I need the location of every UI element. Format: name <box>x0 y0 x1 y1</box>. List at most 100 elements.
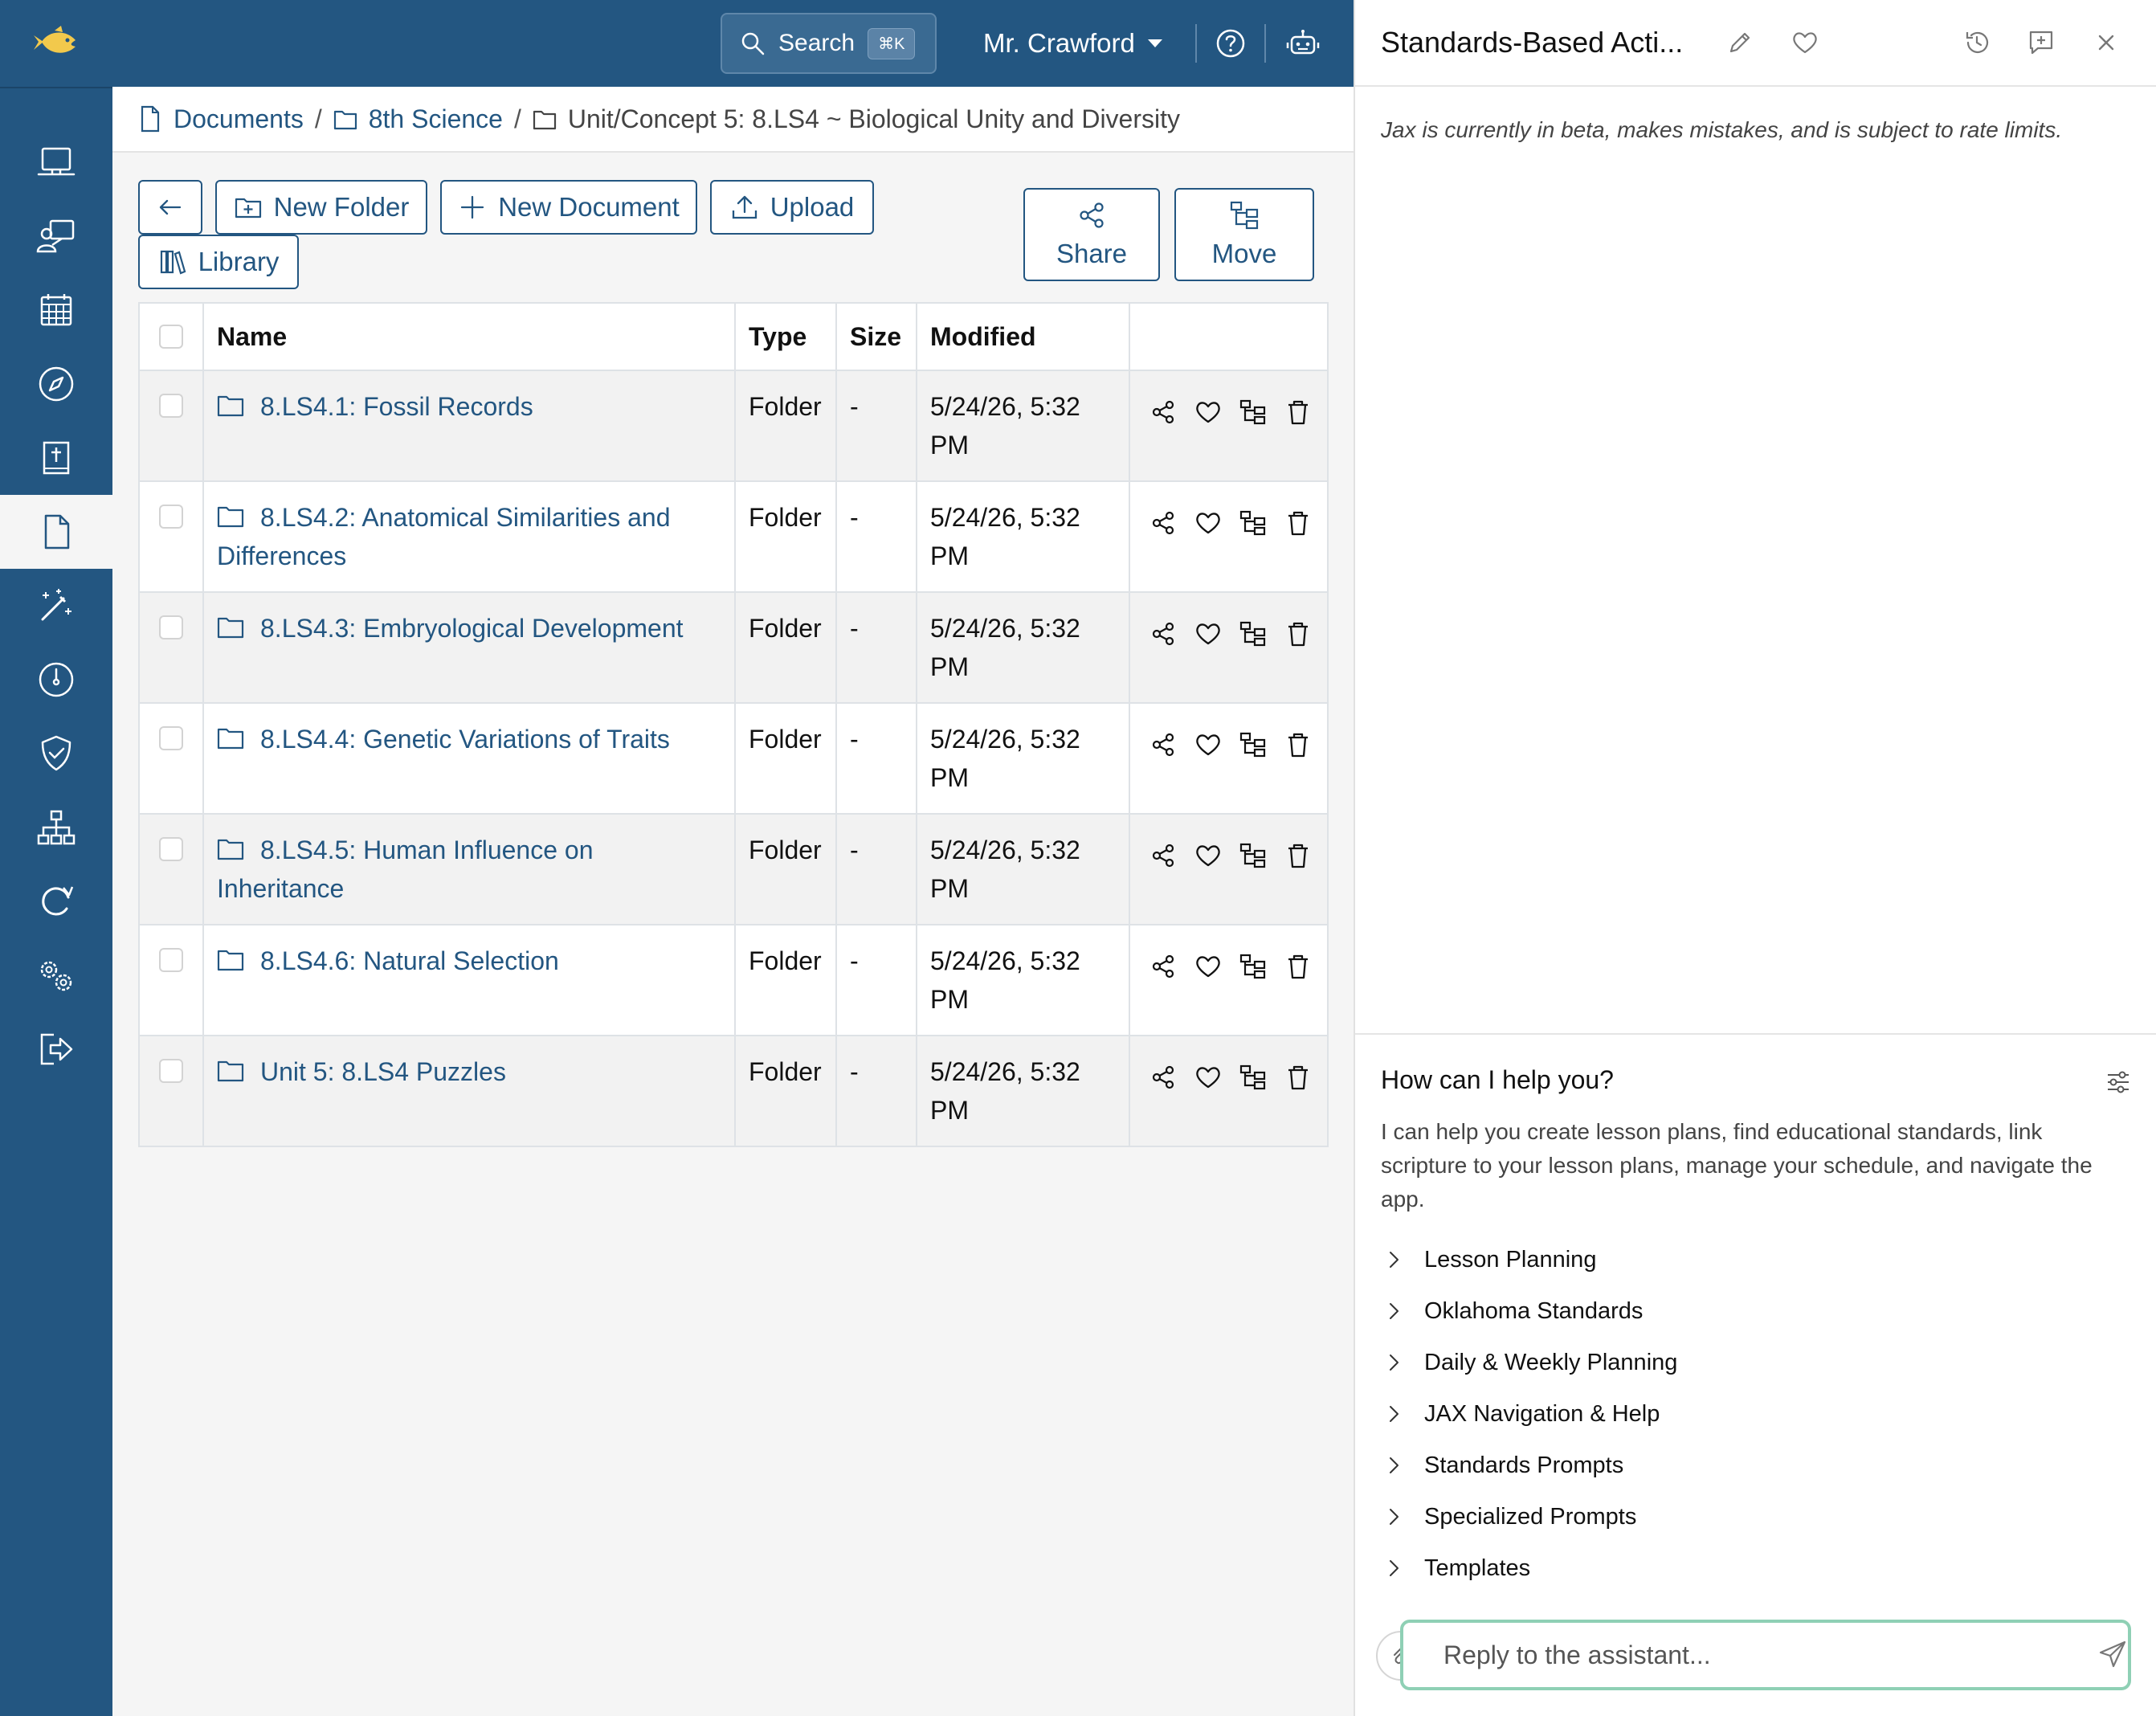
sidebar-item-logout[interactable] <box>0 1012 112 1086</box>
share-icon[interactable] <box>1149 620 1177 648</box>
sliders-icon[interactable] <box>2105 1068 2132 1096</box>
sidebar-item-dashboard[interactable] <box>0 125 112 199</box>
user-menu-dropdown[interactable]: Mr. Crawford <box>983 24 1162 63</box>
sidebar-item-performance[interactable] <box>0 643 112 717</box>
folder-link[interactable]: 8.LS4.4: Genetic Variations of Traits <box>217 725 670 754</box>
folder-link[interactable]: Unit 5: 8.LS4 Puzzles <box>217 1057 506 1086</box>
folder-link[interactable]: 8.LS4.2: Anatomical Similarities and Dif… <box>217 503 670 570</box>
column-header-name[interactable]: Name <box>202 302 736 371</box>
heart-icon[interactable] <box>1194 1064 1222 1091</box>
table-row[interactable]: 8.LS4.4: Genetic Variations of Traits Fo… <box>138 702 1329 815</box>
row-checkbox[interactable] <box>159 1059 183 1083</box>
column-header-modified[interactable]: Modified <box>916 302 1130 371</box>
heart-icon[interactable] <box>1791 29 1819 56</box>
sidebar-item-organization[interactable] <box>0 791 112 864</box>
history-icon[interactable] <box>1963 29 1991 56</box>
prompt-category[interactable]: Specialized Prompts <box>1384 1499 1636 1534</box>
folder-link[interactable]: 8.LS4.3: Embryological Development <box>217 614 684 643</box>
sidebar-item-explore[interactable] <box>0 347 112 421</box>
trash-icon[interactable] <box>1284 1064 1312 1091</box>
new-document-button[interactable]: New Document <box>440 180 697 235</box>
move-label: Move <box>1211 239 1277 268</box>
row-checkbox[interactable] <box>159 394 183 418</box>
trash-icon[interactable] <box>1284 842 1312 869</box>
sidebar-item-security[interactable] <box>0 717 112 791</box>
trash-icon[interactable] <box>1284 953 1312 980</box>
share-button[interactable]: Share <box>1023 188 1160 281</box>
share-icon[interactable] <box>1149 953 1177 980</box>
column-header-size[interactable]: Size <box>835 302 917 371</box>
trash-icon[interactable] <box>1284 398 1312 426</box>
breadcrumb-label: 8th Science <box>368 104 503 133</box>
move-icon[interactable] <box>1239 1064 1267 1091</box>
sidebar-item-ai-tools[interactable] <box>0 569 112 643</box>
robot-icon[interactable] <box>1285 26 1321 61</box>
sidebar-item-bible[interactable] <box>0 421 112 495</box>
prompt-category[interactable]: Lesson Planning <box>1384 1242 1596 1277</box>
trash-icon[interactable] <box>1284 620 1312 648</box>
back-button[interactable] <box>138 180 202 235</box>
sidebar-item-documents[interactable] <box>0 495 112 569</box>
row-checkbox[interactable] <box>159 615 183 639</box>
table-row[interactable]: 8.LS4.1: Fossil Records Folder - 5/24/26… <box>138 370 1329 482</box>
folder-link[interactable]: 8.LS4.6: Natural Selection <box>217 946 559 975</box>
reply-input[interactable]: Reply to the assistant... <box>1400 1620 2131 1690</box>
sidebar-item-settings[interactable] <box>0 938 112 1012</box>
new-folder-button[interactable]: New Folder <box>215 180 427 235</box>
close-icon[interactable] <box>2093 29 2120 56</box>
move-icon[interactable] <box>1239 842 1267 869</box>
table-row[interactable]: 8.LS4.3: Embryological Development Folde… <box>138 591 1329 704</box>
share-icon[interactable] <box>1149 731 1177 758</box>
column-header-type[interactable]: Type <box>734 302 837 371</box>
trash-icon[interactable] <box>1284 509 1312 537</box>
move-icon[interactable] <box>1239 398 1267 426</box>
share-icon[interactable] <box>1149 509 1177 537</box>
move-button[interactable]: Move <box>1174 188 1314 281</box>
share-icon[interactable] <box>1149 842 1177 869</box>
prompt-category[interactable]: Daily & Weekly Planning <box>1384 1345 1677 1380</box>
folder-link[interactable]: 8.LS4.5: Human Influence on Inheritance <box>217 836 594 903</box>
heart-icon[interactable] <box>1194 842 1222 869</box>
help-icon[interactable] <box>1213 26 1248 61</box>
heart-icon[interactable] <box>1194 953 1222 980</box>
breadcrumb-8th-science[interactable]: 8th Science <box>333 104 503 134</box>
select-all-checkbox[interactable] <box>159 325 183 349</box>
sidebar-item-classes[interactable] <box>0 199 112 273</box>
heart-icon[interactable] <box>1194 620 1222 648</box>
table-row[interactable]: Unit 5: 8.LS4 Puzzles Folder - 5/24/26, … <box>138 1035 1329 1147</box>
prompt-category[interactable]: Standards Prompts <box>1384 1448 1623 1483</box>
breadcrumb-documents[interactable]: Documents <box>138 104 304 134</box>
help-description: I can help you create lesson plans, find… <box>1381 1119 2093 1211</box>
move-icon[interactable] <box>1239 731 1267 758</box>
trash-icon[interactable] <box>1284 731 1312 758</box>
pencil-icon[interactable] <box>1726 29 1754 56</box>
row-checkbox[interactable] <box>159 726 183 750</box>
table-row[interactable]: 8.LS4.2: Anatomical Similarities and Dif… <box>138 480 1329 593</box>
prompt-category[interactable]: Templates <box>1384 1551 1530 1586</box>
prompt-category[interactable]: JAX Navigation & Help <box>1384 1396 1660 1432</box>
sidebar-item-calendar[interactable] <box>0 273 112 347</box>
new-chat-icon[interactable] <box>2027 29 2055 56</box>
row-checkbox[interactable] <box>159 505 183 529</box>
row-checkbox[interactable] <box>159 837 183 861</box>
move-icon[interactable] <box>1239 620 1267 648</box>
search-button[interactable]: Search ⌘K <box>721 13 937 74</box>
sidebar-item-sync[interactable] <box>0 864 112 938</box>
share-icon[interactable] <box>1149 398 1177 426</box>
table-row[interactable]: 8.LS4.5: Human Influence on Inheritance … <box>138 813 1329 925</box>
folder-link[interactable]: 8.LS4.1: Fossil Records <box>217 392 533 421</box>
name-cell: 8.LS4.5: Human Influence on Inheritance <box>202 813 736 925</box>
library-button[interactable]: Library <box>138 235 299 289</box>
table-row[interactable]: 8.LS4.6: Natural Selection Folder - 5/24… <box>138 924 1329 1036</box>
send-icon[interactable] <box>2097 1639 2128 1669</box>
heart-icon[interactable] <box>1194 731 1222 758</box>
move-icon[interactable] <box>1239 953 1267 980</box>
upload-button[interactable]: Upload <box>710 180 874 235</box>
move-icon[interactable] <box>1239 509 1267 537</box>
heart-icon[interactable] <box>1194 398 1222 426</box>
prompt-category[interactable]: Oklahoma Standards <box>1384 1293 1643 1329</box>
heart-icon[interactable] <box>1194 509 1222 537</box>
fish-logo-icon[interactable] <box>31 24 79 63</box>
share-icon[interactable] <box>1149 1064 1177 1091</box>
row-checkbox[interactable] <box>159 948 183 972</box>
